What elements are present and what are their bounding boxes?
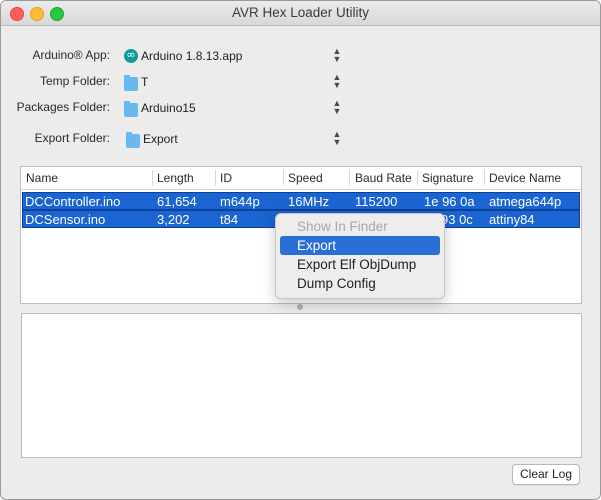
cell-signature: 93 0c: [441, 212, 473, 227]
folder-icon: [124, 75, 138, 91]
column-header-device-name[interactable]: Device Name: [489, 171, 561, 185]
temp-folder-value: T: [141, 75, 149, 89]
menu-item-dump-config[interactable]: Dump Config: [280, 274, 440, 293]
chevron-updown-icon: ▲ ▼: [332, 98, 342, 116]
column-divider[interactable]: [349, 170, 350, 186]
export-folder-value: Export: [143, 132, 178, 146]
table-header: Name Length ID Speed Baud Rate Signature…: [21, 167, 581, 190]
column-divider[interactable]: [215, 170, 216, 186]
menu-item-label: Export Elf ObjDump: [297, 257, 417, 272]
column-header-length[interactable]: Length: [157, 171, 194, 185]
clear-log-button[interactable]: Clear Log: [512, 464, 580, 485]
column-header-speed[interactable]: Speed: [288, 171, 323, 185]
cell-name: DCController.ino: [25, 194, 121, 209]
cell-length: 3,202: [157, 212, 190, 227]
column-divider[interactable]: [152, 170, 153, 186]
temp-folder-popup[interactable]: T ▲ ▼: [119, 72, 345, 92]
chevron-updown-icon: ▲ ▼: [332, 46, 342, 64]
column-header-baud-rate[interactable]: Baud Rate: [355, 171, 412, 185]
menu-item-show-in-finder: Show In Finder: [280, 217, 440, 236]
folder-icon: [124, 101, 138, 117]
column-divider[interactable]: [283, 170, 284, 186]
cell-baud-rate: 115200: [355, 194, 398, 209]
log-text-area[interactable]: [21, 313, 582, 458]
column-header-signature[interactable]: Signature: [422, 171, 473, 185]
arduino-app-icon: [124, 48, 138, 63]
folder-icon: [126, 132, 140, 148]
cell-device-name: atmega644p: [489, 194, 562, 209]
temp-folder-label: Temp Folder:: [39, 74, 110, 88]
menu-item-label: Show In Finder: [297, 219, 388, 234]
menu-item-export[interactable]: Export: [280, 236, 440, 255]
packages-folder-value: Arduino15: [141, 101, 196, 115]
cell-device-name: attiny84: [489, 212, 535, 227]
app-window: AVR Hex Loader Utility Arduino® App: Ard…: [0, 0, 601, 500]
column-divider[interactable]: [417, 170, 418, 186]
cell-id: m644p: [220, 194, 260, 209]
table-row[interactable]: DCController.ino 61,654 m644p 16MHz 1152…: [22, 192, 580, 210]
menu-item-label: Export: [297, 238, 337, 253]
chevron-updown-icon: ▲ ▼: [332, 72, 342, 90]
divider-grip-icon: [297, 304, 303, 310]
menu-item-export-elf-objdump[interactable]: Export Elf ObjDump: [280, 255, 440, 274]
export-folder-popup[interactable]: Export ▲ ▼: [119, 129, 345, 149]
arduino-app-label: Arduino® App:: [32, 48, 110, 62]
column-divider[interactable]: [484, 170, 485, 186]
column-header-id[interactable]: ID: [220, 171, 232, 185]
arduino-app-popup[interactable]: Arduino 1.8.13.app ▲▼: [119, 46, 345, 66]
split-view-divider[interactable]: [20, 302, 582, 313]
title-bar: AVR Hex Loader Utility: [1, 1, 600, 26]
arduino-app-value: Arduino 1.8.13.app: [141, 49, 243, 63]
cell-signature: 1e 96 0a: [424, 194, 475, 209]
cell-length: 61,654: [157, 194, 197, 209]
packages-folder-label: Packages Folder:: [16, 100, 110, 114]
window-title: AVR Hex Loader Utility: [231, 5, 370, 20]
cell-name: DCSensor.ino: [25, 212, 106, 227]
cell-speed: 16MHz: [288, 194, 330, 209]
export-folder-label: Export Folder:: [34, 131, 110, 145]
cell-id: t84: [220, 212, 239, 227]
column-header-name[interactable]: Name: [26, 171, 58, 185]
packages-folder-popup[interactable]: Arduino15 ▲ ▼: [119, 98, 345, 118]
context-menu: Show In Finder Export Export Elf ObjDump…: [275, 213, 445, 299]
menu-item-label: Dump Config: [297, 276, 376, 291]
chevron-updown-icon: ▲ ▼: [332, 129, 342, 147]
